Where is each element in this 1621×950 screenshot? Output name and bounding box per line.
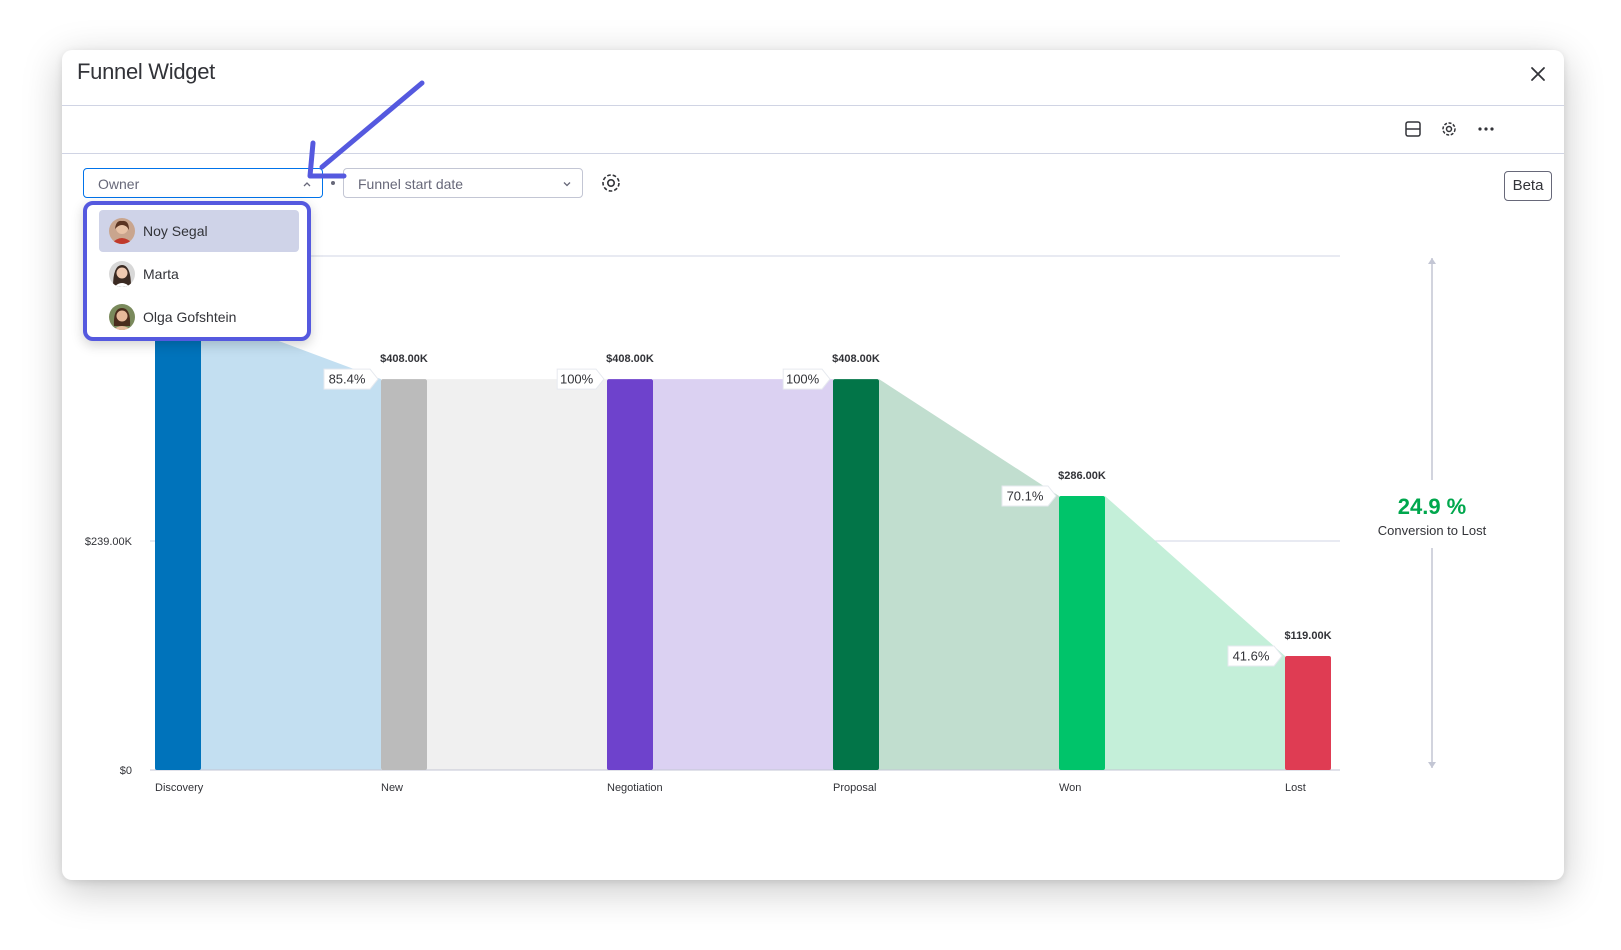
- owner-option-name: Marta: [143, 266, 179, 282]
- owner-dropdown: Noy Segal Marta Olga Gofshtein: [83, 201, 311, 341]
- conversion-label: 100%: [786, 372, 820, 387]
- avatar: [109, 218, 135, 244]
- x-tick-label: Won: [1059, 782, 1081, 794]
- x-tick-label: New: [381, 782, 403, 794]
- owner-option-name: Olga Gofshtein: [143, 309, 237, 325]
- funnel-bar: [1059, 495, 1105, 770]
- conversion-label: 41.6%: [1233, 648, 1270, 663]
- conversion-label: 85.4%: [329, 372, 366, 387]
- funnel-bar: [1285, 655, 1331, 770]
- conversion-summary-value: 24.9 %: [1398, 494, 1467, 519]
- x-tick-label: Negotiation: [607, 782, 663, 794]
- owner-option-name: Noy Segal: [143, 223, 208, 239]
- arrow-down-icon: [1428, 762, 1436, 768]
- conversion-summary-label: Conversion to Lost: [1378, 523, 1487, 538]
- funnel-connector: [1105, 495, 1285, 770]
- data-label: $119.00K: [1284, 630, 1331, 642]
- x-tick-label: Discovery: [155, 782, 204, 794]
- y-tick-label: $0: [120, 765, 132, 777]
- funnel-bar: [833, 379, 879, 770]
- data-label: $408.00K: [606, 353, 654, 365]
- data-label: $286.00K: [1058, 470, 1106, 482]
- funnel-connector: [427, 379, 607, 770]
- funnel-bar: [381, 379, 427, 770]
- y-tick-label: $239.00K: [85, 536, 133, 548]
- funnel-chart: $0 $239.00K Discovery New $408.00K 85.4% Negot…: [85, 255, 1487, 794]
- conversion-label: 70.1%: [1007, 488, 1044, 503]
- owner-option[interactable]: Olga Gofshtein: [99, 296, 299, 338]
- funnel-bar: [155, 312, 201, 770]
- x-tick-label: Lost: [1285, 782, 1306, 794]
- avatar: [109, 304, 135, 330]
- x-tick-label: Proposal: [833, 782, 876, 794]
- funnel-connector: [653, 379, 833, 770]
- funnel-connector: [879, 379, 1059, 770]
- owner-option[interactable]: Noy Segal: [99, 210, 299, 252]
- owner-option[interactable]: Marta: [99, 253, 299, 295]
- avatar: [109, 261, 135, 287]
- data-label: $408.00K: [832, 353, 880, 365]
- funnel-bar: [607, 379, 653, 770]
- funnel-widget-modal: Funnel Widget Owner Funnel start date Be…: [62, 50, 1564, 880]
- conversion-label: 100%: [560, 372, 594, 387]
- data-label: $408.00K: [380, 353, 428, 365]
- arrow-up-icon: [1428, 258, 1436, 264]
